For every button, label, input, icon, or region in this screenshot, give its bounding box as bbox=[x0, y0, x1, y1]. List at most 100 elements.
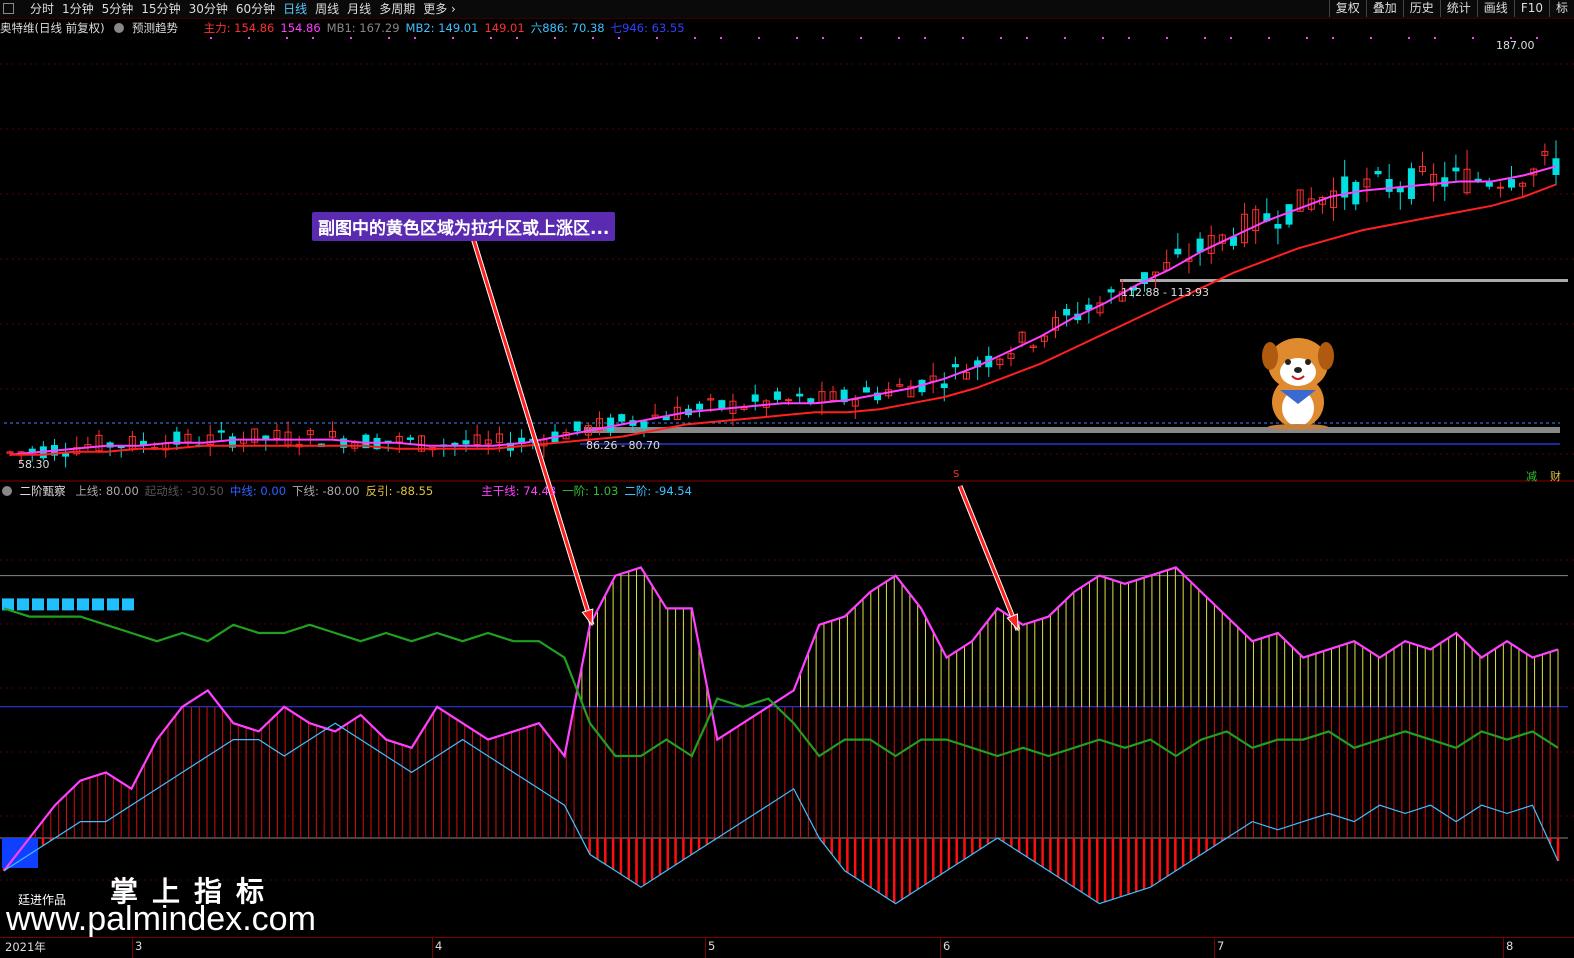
indicator-value: 一阶: 1.03 bbox=[562, 484, 619, 498]
signal-dot bbox=[248, 37, 250, 39]
indicator-value: 中线: 0.00 bbox=[229, 484, 287, 498]
right-tag-reduce[interactable]: 减 bbox=[1526, 468, 1537, 484]
signal-dot bbox=[618, 37, 620, 39]
signal-dot bbox=[1064, 37, 1066, 39]
indicator-value: 起动线: -30.50 bbox=[144, 484, 224, 498]
candle-body bbox=[1508, 179, 1516, 188]
start-block bbox=[77, 598, 89, 611]
signal-dot bbox=[1026, 37, 1028, 39]
candle-body bbox=[751, 394, 759, 402]
candle-body bbox=[796, 393, 804, 397]
date-label: 4 bbox=[435, 939, 443, 953]
signal-dot bbox=[1408, 37, 1410, 39]
signal-dot bbox=[286, 37, 288, 39]
date-label: 5 bbox=[708, 939, 716, 953]
signal-dot bbox=[1102, 37, 1104, 39]
signal-dot bbox=[962, 37, 964, 39]
date-label: 8 bbox=[1506, 939, 1514, 953]
candle-body bbox=[1107, 289, 1115, 293]
candle-body bbox=[1474, 178, 1482, 181]
low-zone-band bbox=[584, 427, 1560, 433]
candle-body bbox=[940, 383, 948, 389]
right-tag-finance[interactable]: 财 bbox=[1550, 468, 1561, 484]
candle-body bbox=[696, 403, 704, 410]
indicator-value: 上线: 80.00 bbox=[75, 484, 139, 498]
date-tick bbox=[1214, 938, 1215, 958]
candle-body bbox=[1452, 167, 1460, 172]
candle-body bbox=[607, 417, 615, 432]
signal-dot bbox=[350, 37, 352, 39]
annotation-arrow-head bbox=[581, 608, 594, 627]
price-high-label: 187.00 bbox=[1496, 39, 1535, 52]
start-block bbox=[47, 598, 59, 611]
signal-dot bbox=[1434, 37, 1436, 39]
signal-dot bbox=[758, 37, 760, 39]
signal-dot bbox=[656, 37, 658, 39]
candle-body bbox=[1196, 238, 1204, 253]
date-tick bbox=[705, 938, 706, 958]
indicator-toggle-icon[interactable] bbox=[2, 486, 12, 496]
zone-band bbox=[1120, 279, 1568, 282]
signal-dot bbox=[720, 37, 722, 39]
signal-dot bbox=[1128, 37, 1130, 39]
start-block bbox=[32, 598, 44, 611]
candle-body bbox=[773, 391, 781, 400]
indicator-line bbox=[3, 566, 1559, 872]
candle-body bbox=[117, 446, 125, 449]
signal-dot bbox=[1166, 37, 1168, 39]
indicator-title[interactable]: 二阶甄察 bbox=[20, 484, 66, 498]
date-label: 2021年 bbox=[5, 940, 46, 954]
signal-dot bbox=[414, 37, 416, 39]
candle-body bbox=[1385, 179, 1393, 192]
indicator-value: 下线: -80.00 bbox=[292, 484, 360, 498]
candle-body bbox=[573, 421, 581, 432]
candle-body bbox=[1485, 182, 1493, 187]
zone-price-label: 112.88 - 113.93 bbox=[1121, 286, 1209, 299]
signal-dot bbox=[1370, 37, 1372, 39]
watermark-url: www.palmindex.com bbox=[6, 900, 316, 938]
signal-dot bbox=[796, 37, 798, 39]
candle-body bbox=[785, 399, 793, 402]
signal-dot bbox=[1536, 37, 1538, 39]
candle-body bbox=[1174, 248, 1182, 255]
date-tick bbox=[132, 938, 133, 958]
start-block bbox=[107, 598, 119, 611]
indicator-value: 二阶: -94.54 bbox=[624, 484, 692, 498]
signal-dot bbox=[1268, 37, 1270, 39]
annotation-callout: 副图中的黄色区域为拉升区或上涨区... bbox=[312, 212, 616, 241]
date-tick bbox=[1503, 938, 1504, 958]
candle-body bbox=[262, 435, 270, 440]
annotation-arrow bbox=[471, 237, 594, 626]
date-tick bbox=[432, 938, 433, 958]
sell-marker: S bbox=[953, 469, 960, 480]
date-axis: 2021年 3 4 5 6 7 8 bbox=[0, 937, 1574, 958]
signal-dot bbox=[1472, 37, 1474, 39]
start-block bbox=[92, 598, 104, 611]
signal-dot bbox=[822, 37, 824, 39]
candle-body bbox=[1496, 186, 1504, 189]
candle-body bbox=[1063, 308, 1071, 316]
signal-dot bbox=[452, 37, 454, 39]
stock-chart-canvas bbox=[0, 37, 1574, 905]
signal-dot bbox=[1306, 37, 1308, 39]
start-block bbox=[122, 598, 134, 611]
candle-body bbox=[217, 430, 225, 433]
signal-dot bbox=[924, 37, 926, 39]
start-block bbox=[62, 598, 74, 611]
dog-mascot-icon bbox=[1262, 338, 1334, 430]
signal-dot bbox=[490, 37, 492, 39]
date-tick bbox=[940, 938, 941, 958]
candle-body bbox=[406, 437, 414, 440]
signal-dot bbox=[210, 37, 212, 39]
price-low-label: 58.30 bbox=[18, 458, 50, 471]
start-block bbox=[17, 598, 29, 611]
indicator-line bbox=[3, 607, 1559, 758]
signal-dot bbox=[312, 37, 314, 39]
signal-dot bbox=[388, 37, 390, 39]
candle-body bbox=[618, 414, 626, 422]
candle-body bbox=[62, 453, 70, 457]
candle-body bbox=[1285, 204, 1293, 225]
signal-dot bbox=[516, 37, 518, 39]
signal-dot bbox=[1332, 37, 1334, 39]
date-label: 3 bbox=[135, 939, 143, 953]
